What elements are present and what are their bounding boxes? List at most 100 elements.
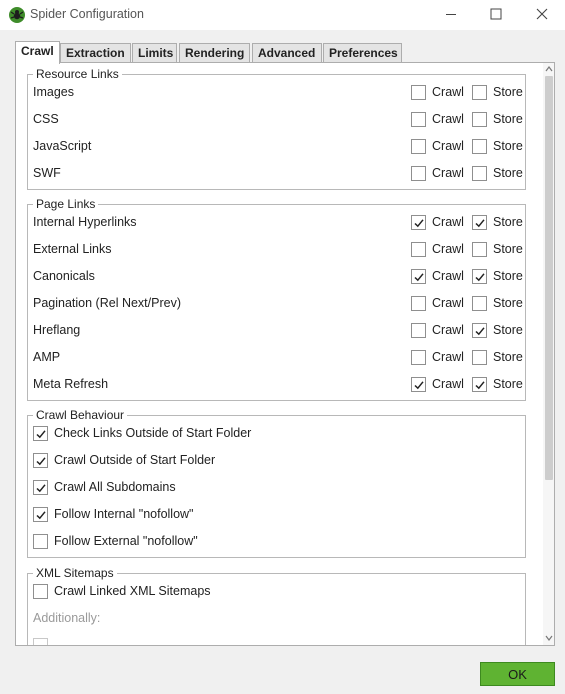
- store-label: Store: [493, 85, 523, 99]
- crawl-label: Crawl: [432, 139, 464, 153]
- checkmark-icon: [36, 511, 46, 520]
- swf-store-checkbox[interactable]: [472, 166, 487, 181]
- internal-hyperlinks-crawl-checkbox[interactable]: [411, 215, 426, 230]
- tab-preferences[interactable]: Preferences: [323, 43, 402, 63]
- store-label: Store: [493, 269, 523, 283]
- meta-refresh-crawl-checkbox[interactable]: [411, 377, 426, 392]
- scroll-down-icon[interactable]: [543, 632, 554, 644]
- crawl-all-subdomains-label: Crawl All Subdomains: [54, 480, 176, 494]
- scrollbar-thumb[interactable]: [545, 76, 553, 480]
- minimize-button[interactable]: [428, 0, 474, 30]
- javascript-store-checkbox[interactable]: [472, 139, 487, 154]
- pagination-rel-next-prev-store-checkbox[interactable]: [472, 296, 487, 311]
- images-label: Images: [33, 85, 74, 99]
- list-item: AMP Crawl Store: [28, 344, 525, 371]
- internal-hyperlinks-store-checkbox[interactable]: [472, 215, 487, 230]
- additionally-row: Additionally:: [28, 605, 525, 632]
- hidden-option-checkbox[interactable]: [33, 638, 48, 645]
- list-item: CSS Crawl Store: [28, 106, 525, 133]
- crawl-label: Crawl: [432, 242, 464, 256]
- checkmark-icon: [36, 484, 46, 493]
- list-item: Pagination (Rel Next/Prev) Crawl Store: [28, 290, 525, 317]
- crawl-all-subdomains-checkbox[interactable]: [33, 480, 48, 495]
- meta-refresh-label: Meta Refresh: [33, 377, 109, 391]
- store-label: Store: [493, 139, 523, 153]
- crawl-tab-panel: Resource Links Images Crawl Store CSS Crawl S…: [15, 62, 555, 646]
- list-item[interactable]: Check Links Outside of Start Folder: [28, 420, 525, 447]
- canonicals-store-checkbox[interactable]: [472, 269, 487, 284]
- swf-crawl-checkbox[interactable]: [411, 166, 426, 181]
- crawl-linked-xml-sitemaps-checkbox[interactable]: [33, 584, 48, 599]
- tab-limits[interactable]: Limits: [132, 43, 177, 63]
- follow-external-nofollow-checkbox[interactable]: [33, 534, 48, 549]
- external-links-label: External Links: [33, 242, 112, 256]
- tab-advanced[interactable]: Advanced: [252, 43, 322, 63]
- javascript-crawl-checkbox[interactable]: [411, 139, 426, 154]
- images-store-checkbox[interactable]: [472, 85, 487, 100]
- checkmark-icon: [414, 273, 424, 282]
- xml-sitemaps-group: XML Sitemaps Crawl Linked XML Sitemaps A…: [27, 566, 526, 645]
- list-item[interactable]: Follow Internal "nofollow": [28, 501, 525, 528]
- maximize-icon: [490, 8, 502, 23]
- tab-crawl[interactable]: Crawl: [15, 41, 60, 64]
- crawl-linked-xml-sitemaps-label: Crawl Linked XML Sitemaps: [54, 584, 211, 598]
- spider-icon: [8, 6, 26, 24]
- crawl-label: Crawl: [432, 166, 464, 180]
- title-bar: Spider Configuration: [0, 0, 565, 30]
- list-item[interactable]: Crawl All Subdomains: [28, 474, 525, 501]
- external-links-store-checkbox[interactable]: [472, 242, 487, 257]
- css-store-checkbox[interactable]: [472, 112, 487, 127]
- window-title: Spider Configuration: [30, 7, 144, 21]
- scroll-up-icon[interactable]: [543, 63, 554, 75]
- tab-rendering[interactable]: Rendering: [179, 43, 250, 63]
- swf-label: SWF: [33, 166, 61, 180]
- css-crawl-checkbox[interactable]: [411, 112, 426, 127]
- tab-extraction[interactable]: Extraction: [60, 43, 131, 63]
- maximize-button[interactable]: [473, 0, 519, 30]
- images-crawl-checkbox[interactable]: [411, 85, 426, 100]
- list-item: JavaScript Crawl Store: [28, 133, 525, 160]
- list-item: External Links Crawl Store: [28, 236, 525, 263]
- store-label: Store: [493, 377, 523, 391]
- checkmark-icon: [36, 430, 46, 439]
- pagination-rel-next-prev-crawl-checkbox[interactable]: [411, 296, 426, 311]
- checkmark-icon: [475, 219, 485, 228]
- crawl-outside-of-start-folder-checkbox[interactable]: [33, 453, 48, 468]
- checkmark-icon: [475, 327, 485, 336]
- hreflang-crawl-checkbox[interactable]: [411, 323, 426, 338]
- amp-crawl-checkbox[interactable]: [411, 350, 426, 365]
- external-links-crawl-checkbox[interactable]: [411, 242, 426, 257]
- amp-store-checkbox[interactable]: [472, 350, 487, 365]
- checkmark-icon: [475, 273, 485, 282]
- list-item[interactable]: Crawl Outside of Start Folder: [28, 447, 525, 474]
- crawl-label: Crawl: [432, 296, 464, 310]
- crawl-behaviour-group: Crawl Behaviour Check Links Outside of S…: [27, 408, 526, 558]
- hreflang-store-checkbox[interactable]: [472, 323, 487, 338]
- store-label: Store: [493, 350, 523, 364]
- page-links-group: Page Links Internal Hyperlinks Crawl Store…: [27, 197, 526, 401]
- crawl-label: Crawl: [432, 85, 464, 99]
- store-label: Store: [493, 215, 523, 229]
- canonicals-crawl-checkbox[interactable]: [411, 269, 426, 284]
- checkmark-icon: [414, 381, 424, 390]
- checkmark-icon: [36, 457, 46, 466]
- meta-refresh-store-checkbox[interactable]: [472, 377, 487, 392]
- crawl-linked-xml-sitemaps-row[interactable]: Crawl Linked XML Sitemaps: [28, 578, 525, 605]
- follow-external-nofollow-label: Follow External "nofollow": [54, 534, 198, 548]
- close-button[interactable]: [519, 0, 565, 30]
- store-label: Store: [493, 242, 523, 256]
- canonicals-label: Canonicals: [33, 269, 95, 283]
- vertical-scrollbar[interactable]: [543, 63, 554, 645]
- partially-hidden-row: [28, 632, 525, 645]
- ok-button[interactable]: OK: [480, 662, 555, 686]
- follow-internal-nofollow-checkbox[interactable]: [33, 507, 48, 522]
- check-links-outside-of-start-folder-checkbox[interactable]: [33, 426, 48, 441]
- crawl-label: Crawl: [432, 269, 464, 283]
- crawl-label: Crawl: [432, 323, 464, 337]
- amp-label: AMP: [33, 350, 61, 364]
- store-label: Store: [493, 166, 523, 180]
- minimize-icon: [445, 8, 457, 23]
- pagination-rel-next-prev-label: Pagination (Rel Next/Prev): [33, 296, 181, 310]
- list-item: Meta Refresh Crawl Store: [28, 371, 525, 398]
- list-item[interactable]: Follow External "nofollow": [28, 528, 525, 555]
